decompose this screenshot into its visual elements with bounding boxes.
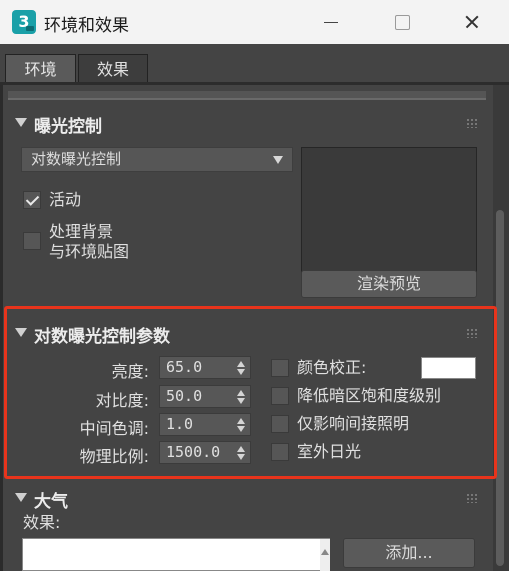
spinner-up-icon[interactable] — [237, 361, 245, 367]
log-exposure-params-header[interactable]: 对数曝光控制参数 — [3, 318, 493, 347]
title-bar: 3 环境和效果 — [0, 0, 509, 44]
scrollbar-thumb[interactable] — [496, 210, 504, 566]
exposure-control-header[interactable]: 曝光控制 — [3, 108, 493, 137]
collapse-triangle-icon — [15, 328, 27, 337]
tab-environment[interactable]: 环境 — [5, 54, 76, 85]
atmosphere-title: 大气 — [34, 492, 68, 512]
add-effect-button[interactable]: 添加... — [343, 538, 475, 568]
drag-grip-icon[interactable] — [466, 493, 478, 503]
desaturate-low-levels-label: 降低暗区饱和度级别 — [297, 386, 442, 405]
color-correction-checkbox[interactable] — [271, 359, 289, 377]
exposure-preview — [301, 147, 477, 289]
active-checkbox[interactable] — [23, 191, 41, 209]
spinner-down-icon[interactable] — [237, 369, 245, 375]
physical-scale-label: 物理比例: — [79, 447, 149, 466]
active-label: 活动 — [49, 190, 82, 209]
physical-scale-value: 1500.0 — [166, 443, 221, 461]
process-background-checkbox[interactable] — [23, 232, 41, 250]
render-preview-button[interactable]: 渲染预览 — [301, 270, 477, 298]
collapsed-rollout-strip — [8, 91, 486, 100]
close-button[interactable] — [458, 10, 486, 34]
midtones-spinner[interactable]: 1.0 — [159, 413, 251, 436]
tab-effects[interactable]: 效果 — [78, 54, 148, 85]
drag-grip-icon[interactable] — [466, 328, 478, 338]
spinner-down-icon[interactable] — [237, 454, 245, 460]
desaturate-low-levels-checkbox[interactable] — [271, 387, 289, 405]
exterior-daylight-checkbox[interactable] — [271, 443, 289, 461]
physical-scale-spinner[interactable]: 1500.0 — [159, 441, 251, 464]
color-correction-swatch[interactable] — [421, 357, 476, 379]
maximize-button[interactable] — [387, 10, 415, 34]
contrast-label: 对比度: — [95, 391, 149, 410]
midtones-value: 1.0 — [166, 415, 194, 433]
log-exposure-params-title: 对数曝光控制参数 — [34, 327, 170, 347]
affect-indirect-only-checkbox[interactable] — [271, 415, 289, 433]
atmosphere-effects-list[interactable] — [22, 538, 330, 571]
contrast-value: 50.0 — [166, 387, 203, 405]
brightness-label: 亮度: — [111, 362, 149, 381]
brightness-spinner[interactable]: 65.0 — [159, 356, 251, 379]
spinner-up-icon[interactable] — [237, 418, 245, 424]
app-3dsmax-icon: 3 — [12, 10, 36, 34]
list-scrollbar[interactable] — [320, 539, 330, 571]
collapse-triangle-icon — [15, 118, 27, 127]
process-background-label-line2: 与环境贴图 — [49, 242, 130, 261]
affect-indirect-only-label: 仅影响间接照明 — [297, 414, 410, 433]
spinner-down-icon[interactable] — [237, 426, 245, 432]
contrast-spinner[interactable]: 50.0 — [159, 385, 251, 408]
exposure-type-dropdown[interactable]: 对数曝光控制 — [21, 147, 293, 172]
color-correction-label: 颜色校正: — [297, 358, 367, 377]
rollout-panel: 曝光控制 对数曝光控制 活动 处理背景 与环境贴图 渲染预览 对数曝光控制参数 … — [3, 85, 493, 571]
exposure-control-title: 曝光控制 — [34, 117, 102, 137]
exterior-daylight-label: 室外日光 — [297, 442, 362, 461]
chevron-down-icon — [273, 156, 283, 164]
spinner-up-icon[interactable] — [237, 390, 245, 396]
effects-label: 效果: — [23, 513, 61, 532]
brightness-value: 65.0 — [166, 358, 203, 376]
exposure-type-value: 对数曝光控制 — [31, 150, 122, 168]
spinner-down-icon[interactable] — [237, 398, 245, 404]
spinner-up-icon[interactable] — [237, 446, 245, 452]
drag-grip-icon[interactable] — [466, 118, 478, 128]
minimize-button[interactable] — [317, 10, 345, 34]
midtones-label: 中间色调: — [79, 419, 149, 438]
atmosphere-header[interactable]: 大气 — [3, 483, 493, 512]
process-background-label-line1: 处理背景 — [49, 222, 114, 241]
panel-scrollbar[interactable] — [493, 85, 509, 571]
tab-bar: 环境 效果 — [0, 44, 509, 85]
collapse-triangle-icon — [15, 493, 27, 502]
window-title: 环境和效果 — [44, 16, 129, 36]
